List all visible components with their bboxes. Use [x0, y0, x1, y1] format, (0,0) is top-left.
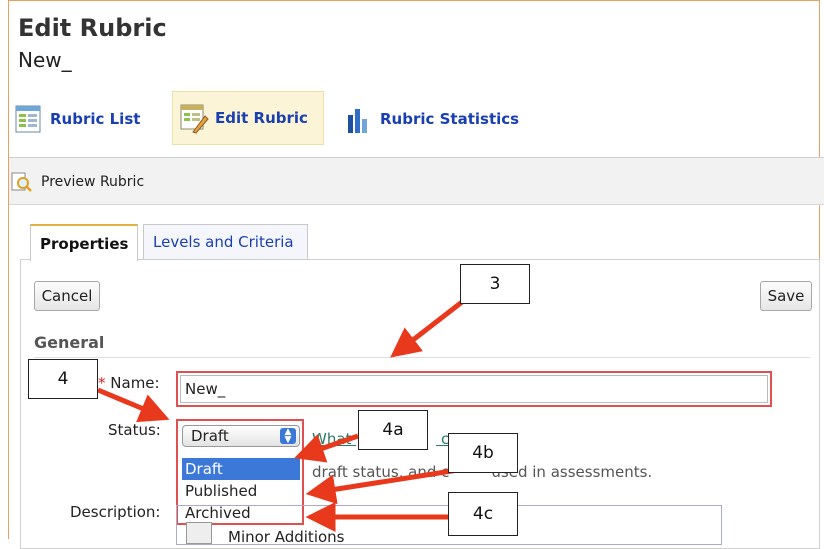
tab-properties[interactable]: Properties — [30, 224, 138, 261]
name-label-text: Name: — [110, 374, 160, 392]
name-label: * Name: — [98, 374, 160, 392]
nav-rubric-statistics[interactable]: Rubric Statistics — [344, 93, 544, 145]
tab-label: Properties — [40, 234, 129, 253]
callout-4b: 4b — [448, 433, 518, 473]
help-text-part: draft status — [312, 463, 399, 481]
name-field[interactable]: New_ — [176, 371, 772, 407]
help-text-part: , and c — [398, 463, 450, 481]
description-label: Description: — [70, 503, 161, 521]
callout-4c: 4c — [448, 492, 518, 536]
cancel-button[interactable]: Cancel — [34, 281, 100, 311]
nav-label: Rubric Statistics — [380, 110, 520, 128]
status-option-published[interactable]: Published — [182, 480, 300, 502]
page-title: Edit Rubric — [18, 14, 167, 42]
name-input[interactable]: New_ — [180, 375, 768, 403]
nav-rubric-list[interactable]: Rubric List — [14, 93, 164, 145]
preview-label: Preview Rubric — [41, 174, 145, 190]
status-selected-value: Draft — [191, 427, 229, 445]
required-marker: * — [98, 374, 106, 392]
page-subtitle: New_ — [18, 48, 72, 72]
status-label: Status: — [108, 421, 161, 439]
preview-rubric-button[interactable]: Preview Rubric — [11, 172, 144, 192]
preview-icon — [11, 172, 33, 192]
nav-edit-rubric[interactable]: Edit Rubric — [172, 91, 324, 145]
description-text: Minor Additions — [228, 528, 345, 546]
rubric-nav: Rubric List Edit Rubric Rubric Statistic… — [14, 91, 574, 147]
status-select[interactable]: Draft ▲ ▼ — [182, 425, 300, 447]
help-link-start: What — [312, 430, 352, 448]
callout-3: 3 — [460, 264, 530, 304]
status-option-draft[interactable]: Draft — [182, 458, 300, 480]
rubric-list-icon — [14, 103, 44, 135]
editor-toolbar-icon[interactable] — [186, 522, 212, 544]
section-divider — [34, 357, 810, 358]
tab-label: Levels and Criteria — [153, 233, 294, 251]
callout-4a: 4a — [358, 410, 428, 450]
nav-label: Edit Rubric — [215, 109, 308, 127]
callout-4: 4 — [28, 359, 98, 399]
select-arrows-icon: ▲ ▼ — [280, 428, 296, 445]
action-bar: Preview Rubric — [9, 157, 824, 205]
save-button[interactable]: Save — [760, 281, 812, 311]
tab-levels-and-criteria[interactable]: Levels and Criteria — [143, 224, 308, 259]
section-general-heading: General — [34, 333, 105, 352]
edit-rubric-icon — [179, 102, 209, 134]
bar-chart-icon — [344, 103, 374, 135]
nav-label: Rubric List — [50, 110, 141, 128]
